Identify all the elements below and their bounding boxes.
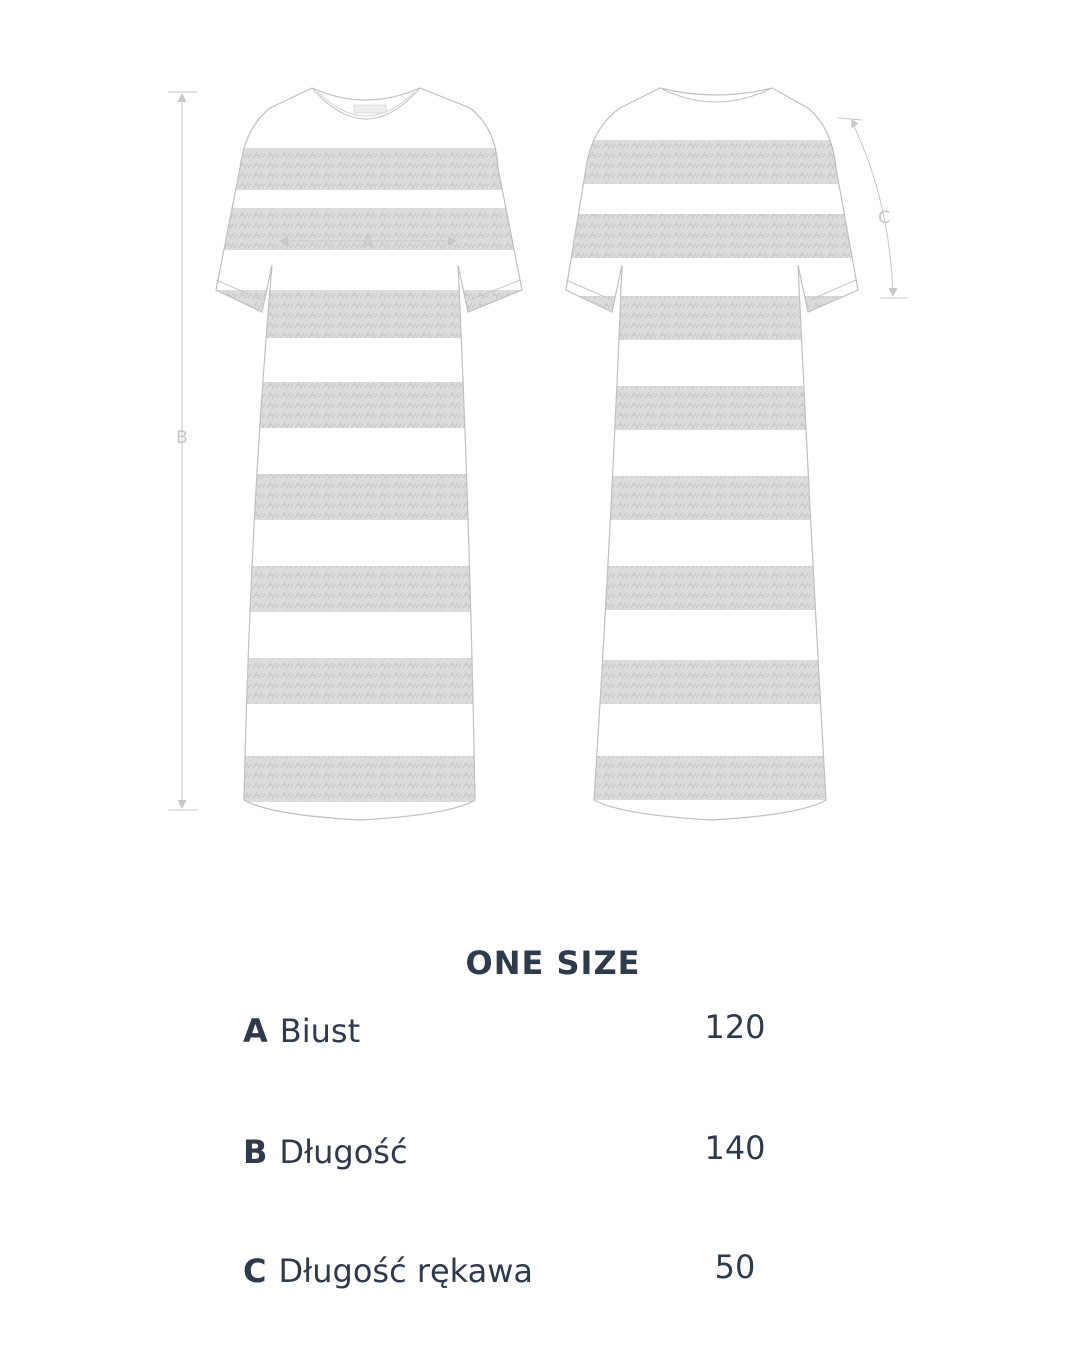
- back-dress-sketch: [565, 87, 859, 821]
- dress-illustration: B A C: [168, 87, 908, 821]
- size-title: ONE SIZE: [465, 944, 641, 982]
- measurement-label: Biust: [279, 1012, 361, 1050]
- front-dress-sketch: [215, 87, 523, 821]
- measurement-letter: A: [243, 1012, 268, 1050]
- measurement-value: 140: [704, 1129, 766, 1167]
- measurement-label: Długość rękawa: [278, 1252, 534, 1290]
- measurement-value: 120: [704, 1008, 766, 1046]
- measurement-label: Długość: [279, 1133, 408, 1171]
- size-row-sleeve-length: C Długość rękawa 50: [243, 1248, 803, 1296]
- size-row-length: B Długość 140: [243, 1129, 803, 1177]
- measurement-letter: C: [243, 1252, 267, 1290]
- dimension-b-line: [168, 91, 198, 811]
- size-row-bust: A Biust 120: [243, 1008, 803, 1056]
- dimension-c-label: C: [878, 208, 890, 228]
- dimension-b-label: B: [176, 428, 188, 448]
- measurement-value: 50: [714, 1248, 756, 1286]
- measurement-letter: B: [243, 1133, 268, 1171]
- dimension-a-label: A: [362, 233, 374, 253]
